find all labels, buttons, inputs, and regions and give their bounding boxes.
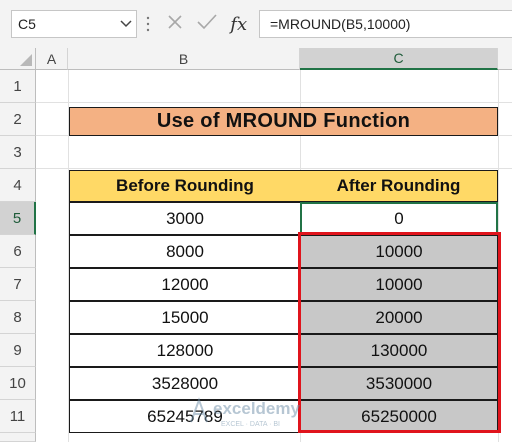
sheet-title[interactable]: Use of MROUND Function [69,107,498,136]
column-header-c[interactable]: C [300,48,498,70]
table-cell-b9[interactable]: 128000 [69,334,301,367]
table-cell-c8[interactable]: 20000 [300,301,498,334]
formula-buttons: fx [160,9,254,39]
row-header-3[interactable]: 3 [0,136,36,169]
name-box[interactable]: C5 [11,10,137,38]
row-header-8[interactable]: 8 [0,301,36,334]
chevron-down-icon[interactable] [116,11,136,37]
select-all-button[interactable] [0,48,36,70]
table-cell-c7[interactable]: 10000 [300,268,498,301]
column-header-b[interactable]: B [68,48,300,70]
table-cell-b10[interactable]: 3528000 [69,367,301,400]
table-cell-c10[interactable]: 3530000 [300,367,498,400]
row-header-12[interactable] [0,433,36,442]
row-header-1[interactable]: 1 [0,70,36,103]
table-cell-c11[interactable]: 65250000 [300,400,498,433]
header-after-rounding[interactable]: After Rounding [300,170,498,202]
row-header-4[interactable]: 4 [0,169,36,202]
formula-input[interactable]: =MROUND(B5,10000) [259,10,512,38]
row-header-10[interactable]: 10 [0,367,36,400]
column-header-d[interactable] [498,48,512,70]
insert-function-button[interactable]: fx [230,14,247,35]
cancel-icon[interactable] [167,14,183,35]
row-header-7[interactable]: 7 [0,268,36,301]
name-box-value: C5 [18,16,36,32]
row-header-6[interactable]: 6 [0,235,36,268]
table-cell-b6[interactable]: 8000 [69,235,301,268]
table-cell-c5[interactable]: 0 [300,202,498,235]
row-header-2[interactable]: 2 [0,103,36,136]
table-cell-b7[interactable]: 12000 [69,268,301,301]
row-header-9[interactable]: 9 [0,334,36,367]
row-header-5[interactable]: 5 [0,202,36,235]
table-cell-c9[interactable]: 130000 [300,334,498,367]
table-cell-b11[interactable]: 65245789 [69,400,301,433]
table-cell-b8[interactable]: 15000 [69,301,301,334]
table-cell-b5[interactable]: 3000 [69,202,301,235]
column-header-a[interactable]: A [36,48,68,70]
header-before-rounding[interactable]: Before Rounding [69,170,301,202]
table-cell-c6[interactable]: 10000 [300,235,498,268]
drag-handle-icon[interactable] [146,15,150,33]
enter-check-icon[interactable] [197,13,217,35]
formula-bar: C5 fx =MROUND(B5,10000) [0,0,512,48]
row-header-11[interactable]: 11 [0,400,36,433]
